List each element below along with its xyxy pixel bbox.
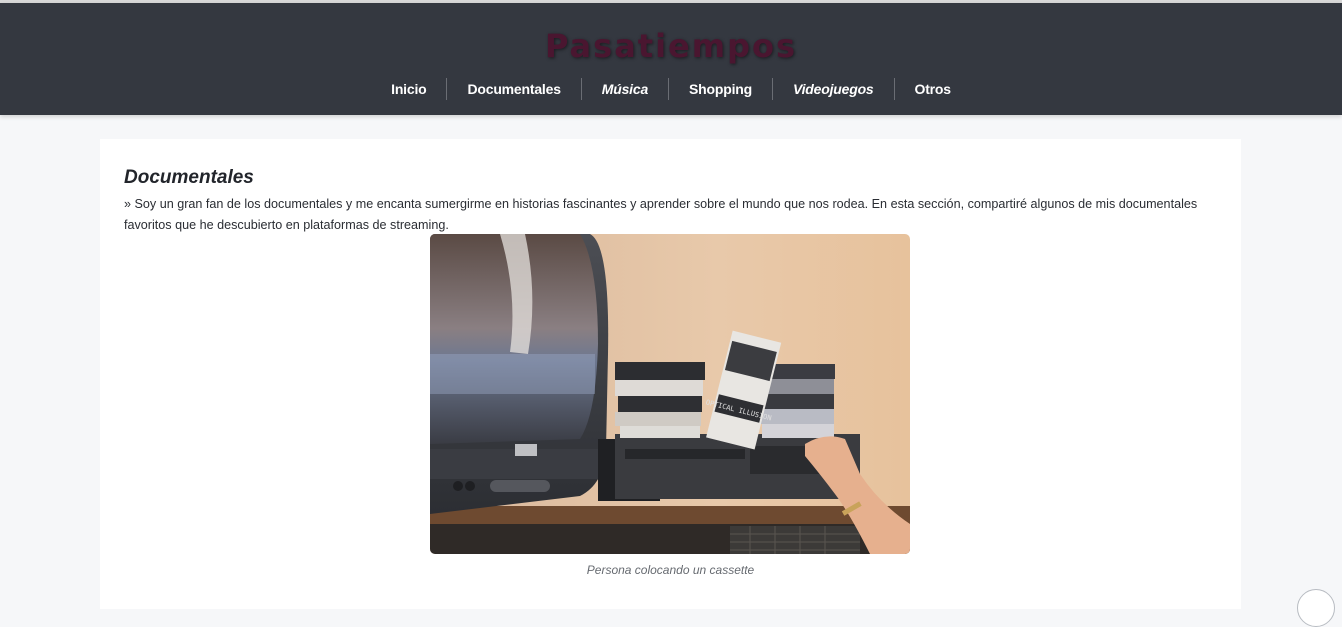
section-intro: » Soy un gran fan de los documentales y … xyxy=(124,197,1198,232)
nav-item-documentales[interactable]: Documentales xyxy=(446,78,580,100)
nav-item-shopping[interactable]: Shopping xyxy=(668,78,772,100)
nav-item-musica[interactable]: Música xyxy=(580,78,668,100)
nav-item-otros[interactable]: Otros xyxy=(893,78,971,100)
site-title: Pasatiempos xyxy=(544,27,798,65)
nav-item-inicio[interactable]: Inicio xyxy=(371,78,446,100)
site-header: Pasatiempos Inicio Documentales Música Shop… xyxy=(0,3,1342,115)
section-title: Documentales xyxy=(124,167,254,188)
content-card: Documentales » Soy un gran fan de los do… xyxy=(100,139,1241,609)
documentary-photo: OPTICAL ILLUSION xyxy=(430,234,910,554)
main-nav: Inicio Documentales Música Shopping Videojue… xyxy=(0,78,1342,100)
photo-caption: Persona colocando un cassette xyxy=(586,563,755,577)
scroll-to-top-button[interactable] xyxy=(1297,589,1335,627)
nav-item-videojuegos[interactable]: Videojuegos xyxy=(772,78,894,100)
photo-tv-and-cassettes: OPTICAL ILLUSION xyxy=(430,234,910,554)
